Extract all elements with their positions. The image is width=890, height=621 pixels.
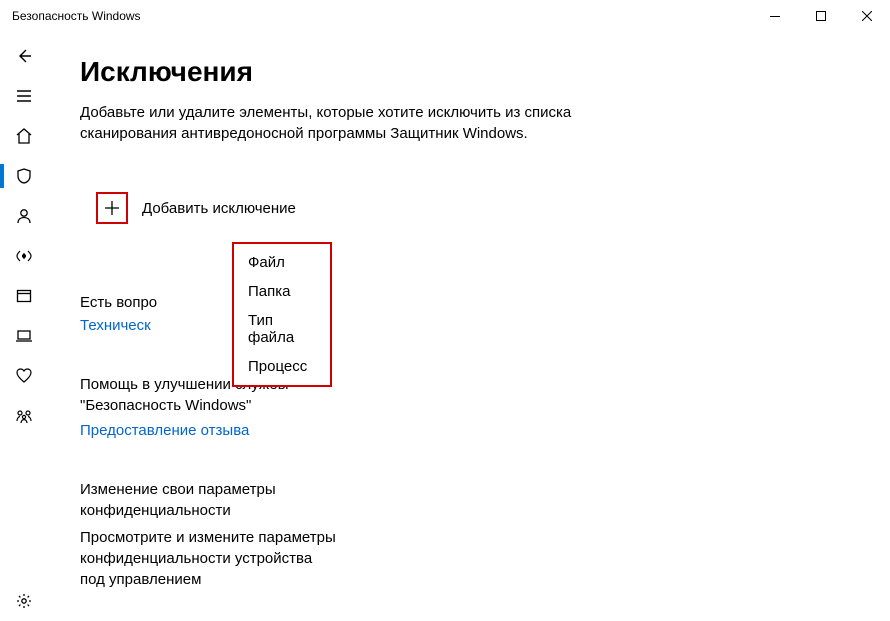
add-exclusion-button[interactable]: Добавить исключение — [96, 192, 858, 224]
page-description: Добавьте или удалите элементы, которые х… — [80, 102, 600, 144]
sidebar — [0, 32, 48, 621]
menu-item-file[interactable]: Файл — [248, 254, 316, 271]
menu-item-filetype[interactable]: Тип файла — [248, 312, 316, 346]
health-icon[interactable] — [0, 356, 48, 396]
family-icon[interactable] — [0, 396, 48, 436]
titlebar: Безопасность Windows — [0, 0, 890, 32]
menu-item-process[interactable]: Процесс — [248, 358, 316, 375]
menu-button[interactable] — [0, 76, 48, 116]
minimize-button[interactable] — [752, 0, 798, 32]
privacy-body: Просмотрите и измените параметры конфиде… — [80, 527, 340, 590]
app-browser-icon[interactable] — [0, 276, 48, 316]
add-exclusion-label: Добавить исключение — [142, 200, 296, 217]
account-icon[interactable] — [0, 196, 48, 236]
menu-item-folder[interactable]: Папка — [248, 283, 316, 300]
device-icon[interactable] — [0, 316, 48, 356]
home-icon[interactable] — [0, 116, 48, 156]
main-content: Исключения Добавьте или удалите элементы… — [48, 32, 890, 621]
close-button[interactable] — [844, 0, 890, 32]
maximize-button[interactable] — [798, 0, 844, 32]
questions-heading: Есть вопро — [80, 294, 858, 311]
shield-icon[interactable] — [0, 156, 48, 196]
window-title: Безопасность Windows — [12, 9, 141, 23]
settings-icon[interactable] — [0, 581, 48, 621]
plus-icon — [96, 192, 128, 224]
feedback-link[interactable]: Предоставление отзыва — [80, 422, 249, 439]
support-link[interactable]: Техническ — [80, 317, 151, 334]
page-title: Исключения — [80, 56, 858, 88]
privacy-heading: Изменение свои параметры конфиденциально… — [80, 479, 340, 521]
window-controls — [752, 0, 890, 32]
firewall-icon[interactable] — [0, 236, 48, 276]
back-button[interactable] — [0, 36, 48, 76]
exclusion-type-menu: Файл Папка Тип файла Процесс — [232, 242, 332, 387]
